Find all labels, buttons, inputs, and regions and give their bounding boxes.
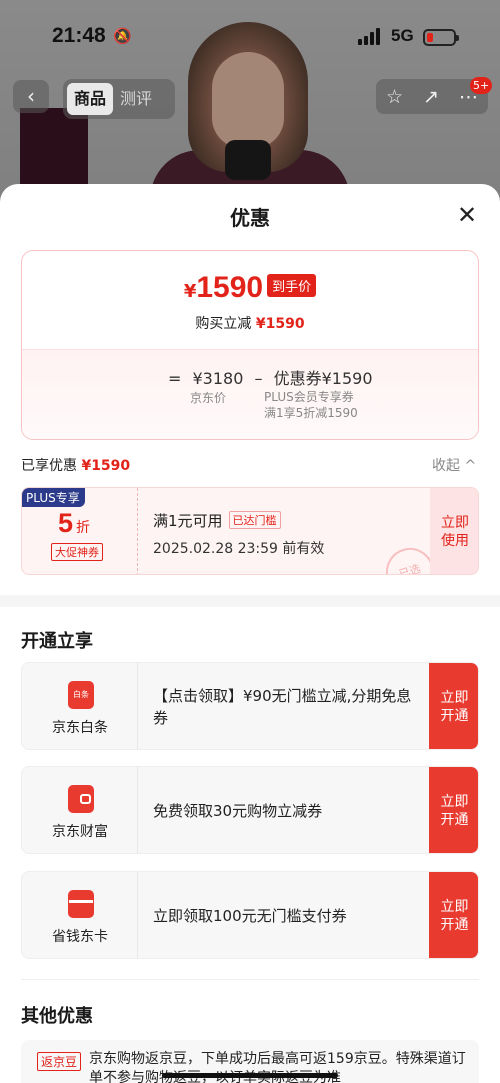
final-price-tag: 到手价 <box>267 274 317 297</box>
offer-text: 立即领取100元无门槛支付券 <box>153 907 347 925</box>
offer-description: 立即领取100元无门槛支付券 <box>153 872 425 958</box>
open-btn-line1: 立即 <box>440 690 469 706</box>
other-section-title: 其他优惠 <box>21 1006 93 1027</box>
brand-name: 省钱东卡 <box>52 929 108 945</box>
offer-text: 【点击领取】¥90无门槛立减,分期免息券 <box>153 687 412 727</box>
coupon-discount: 5折 <box>58 508 90 539</box>
open-button[interactable]: 立即 开通 <box>429 663 478 749</box>
offer-wealth[interactable]: 京东财富 免费领取30元购物立减券 立即开通 <box>21 766 479 854</box>
card-icon <box>68 890 94 918</box>
final-price-value: 1590 <box>196 271 264 304</box>
collapse-toggle[interactable]: 收起 ^ <box>432 455 476 475</box>
discount-unit: 折 <box>76 520 91 536</box>
top-tabs: 商品 测评 <box>63 79 175 119</box>
price-breakdown-card: ¥1590 到手价 购买立减 ¥1590 = ¥3180 – 优惠券¥1590 京… <box>21 250 479 440</box>
baitiao-icon: 白条 <box>68 681 94 709</box>
rebate-tag: 返京豆 <box>37 1052 82 1071</box>
tab-product[interactable]: 商品 <box>67 83 114 115</box>
coupon-divider <box>137 488 138 574</box>
final-price: ¥1590 到手价 <box>22 271 478 305</box>
coupon-description: PLUS会员专享券 满1享5折减1590 <box>264 389 358 421</box>
plus-coupon-card: PLUS专享 5折 大促神券 满1元可用 已达门槛 2025.02.28 23:5… <box>21 487 479 575</box>
brand-name: 京东白条 <box>52 720 108 736</box>
signal-icon <box>358 28 382 45</box>
price-formula-area <box>22 349 478 439</box>
wallet-icon <box>68 785 94 813</box>
product-image-collar <box>225 140 271 180</box>
divider <box>21 979 479 980</box>
discount-sheet: 优惠 ✕ ¥1590 到手价 购买立减 ¥1590 = ¥3180 – 优惠券¥1… <box>0 184 500 1083</box>
open-button[interactable]: 立即 开通 <box>429 767 478 853</box>
price-formula: = ¥3180 – 优惠券¥1590 <box>168 365 379 389</box>
close-icon: ✕ <box>456 201 478 229</box>
use-btn-line1: 立即 <box>441 515 469 531</box>
offer-brand: 白条 京东白条 <box>22 663 138 749</box>
offer-description: 免费领取30元购物立减券 <box>153 767 425 853</box>
jd-price: ¥3180 <box>192 369 244 388</box>
open-btn-line2: 开通 <box>440 917 469 933</box>
open-section-title: 开通立享 <box>21 631 93 652</box>
coupon-expiry: 2025.02.28 23:59 前有效 <box>153 541 325 557</box>
offer-text: 免费领取30元购物立减券 <box>153 802 323 820</box>
discount-number: 5 <box>58 508 74 538</box>
message-badge: 5+ <box>470 77 493 94</box>
instant-discount-value: ¥1590 <box>255 316 305 332</box>
home-indicator <box>162 1073 338 1078</box>
instant-discount: 购买立减 ¥1590 <box>22 313 478 333</box>
offer-brand: 省钱东卡 <box>22 872 138 958</box>
brand-name: 京东财富 <box>52 824 108 840</box>
back-button[interactable]: ‹ <box>13 80 49 113</box>
open-btn-line1: 立即 <box>440 899 469 915</box>
coupon-condition: 满1元可用 已达门槛 <box>153 510 281 531</box>
instant-discount-label: 购买立减 <box>195 316 252 332</box>
bell-muted-icon: 🔕 <box>113 27 132 45</box>
enjoyed-discount: 已享优惠 ¥1590 <box>21 455 130 475</box>
rebate-text: 京东购物返京豆，下单成功后最高可返159京豆。特殊渠道订单不参与购物返豆，以订单… <box>89 1051 466 1083</box>
battery-icon <box>423 29 459 46</box>
use-btn-line2: 使用 <box>441 533 469 549</box>
formula-equals: = <box>168 369 182 388</box>
section-gap <box>0 595 500 607</box>
status-time: 21:48 <box>52 24 106 47</box>
network-type: 5G <box>391 26 414 45</box>
coupon-type: PLUS会员专享券 <box>264 390 354 404</box>
offer-description: 【点击领取】¥90无门槛立减,分期免息券 <box>153 663 425 749</box>
currency-symbol: ¥ <box>183 281 197 302</box>
formula-minus: – <box>254 369 263 388</box>
threshold-met-tag: 已达门槛 <box>228 511 281 529</box>
coupon-amount: 优惠券¥1590 <box>273 369 373 388</box>
offer-baitiao[interactable]: 白条 京东白条 【点击领取】¥90无门槛立减,分期免息券 立即开通 <box>21 662 479 750</box>
close-button[interactable]: ✕ <box>452 200 482 230</box>
tab-review[interactable]: 测评 <box>113 83 159 115</box>
enjoyed-value: ¥1590 <box>81 458 131 474</box>
coupon-rule: 满1享5折减1590 <box>264 406 358 420</box>
enjoyed-label: 已享优惠 <box>21 458 77 474</box>
chevron-left-icon: ‹ <box>27 84 35 108</box>
offer-savings-card[interactable]: 省钱东卡 立即领取100元无门槛支付券 立即开通 <box>21 871 479 959</box>
status-bar: 21:48 🔕 5G <box>0 0 500 76</box>
promo-tag: 大促神券 <box>51 543 103 561</box>
open-btn-line1: 立即 <box>440 794 469 810</box>
open-btn-line2: 开通 <box>440 708 469 724</box>
open-btn-line2: 开通 <box>440 812 469 828</box>
sheet-title: 优惠 <box>230 206 270 230</box>
plus-tag: PLUS专享 <box>22 488 85 507</box>
jd-price-label: 京东价 <box>190 391 227 405</box>
share-icon[interactable]: ↗ <box>423 86 439 108</box>
use-coupon-button[interactable]: 立即 使用 <box>430 488 478 574</box>
offer-brand: 京东财富 <box>22 767 138 853</box>
condition-text: 满1元可用 <box>153 512 223 530</box>
open-button[interactable]: 立即 开通 <box>429 872 478 958</box>
star-icon[interactable]: ☆ <box>386 86 403 108</box>
